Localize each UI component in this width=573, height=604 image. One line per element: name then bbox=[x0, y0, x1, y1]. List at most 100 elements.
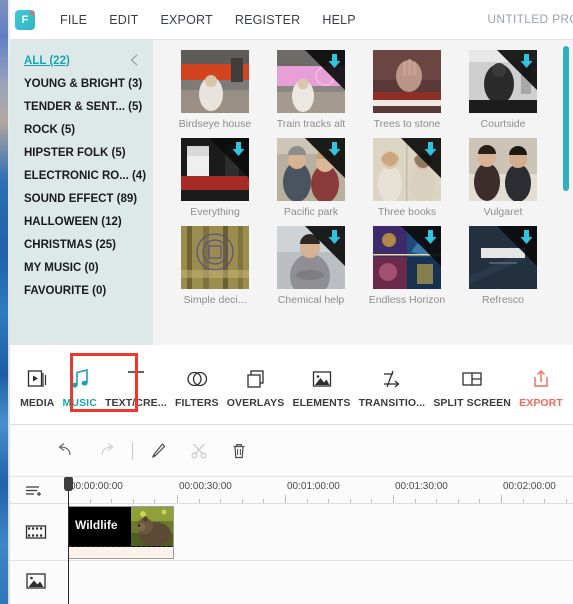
toolbar-tool-media[interactable]: MEDIA bbox=[20, 361, 54, 409]
ruler-tick-label: 00:01:00:00 bbox=[287, 481, 340, 492]
menu-item-export[interactable]: EXPORT bbox=[149, 13, 223, 27]
timeline-clip[interactable]: Wildlife bbox=[68, 506, 174, 559]
toolbar-tool-elements[interactable]: ELEMENTS bbox=[293, 361, 351, 409]
track-label: Trees to stone bbox=[373, 118, 441, 130]
track-label: Refresco bbox=[481, 294, 524, 306]
toolbar-tool-label: SPLIT SCREEN bbox=[433, 396, 511, 409]
toolbar-tool-music[interactable]: MUSIC bbox=[63, 361, 97, 409]
toolbar-tool-transitio[interactable]: TRANSITIO... bbox=[359, 361, 426, 409]
download-icon[interactable] bbox=[424, 142, 437, 157]
category-item[interactable]: SOUND EFFECT (89) bbox=[10, 188, 153, 211]
timeline-edit-toolbar bbox=[10, 425, 573, 477]
library-scrollbar[interactable] bbox=[563, 46, 569, 191]
library-category-sidebar: ALL (22) YOUNG & BRIGHT (3) TENDER & SENT.… bbox=[10, 40, 153, 345]
library-track-grid[interactable]: Birdseye house Train tracks alt Trees to… bbox=[153, 40, 573, 345]
category-item[interactable]: FAVOURITE (0) bbox=[10, 280, 153, 303]
toolbar-tool-label: MEDIA bbox=[20, 396, 55, 409]
trash-icon[interactable] bbox=[219, 434, 259, 468]
download-icon[interactable] bbox=[424, 230, 437, 245]
ruler-tick-minor bbox=[220, 499, 222, 503]
toolbar-tool-label: FILTERS bbox=[174, 396, 219, 409]
video-track[interactable]: Wildlife bbox=[10, 504, 573, 561]
album-art bbox=[181, 226, 249, 289]
toolbar-tool-overlays[interactable]: OVERLAYS bbox=[227, 361, 285, 409]
download-icon[interactable] bbox=[520, 230, 533, 245]
music-track-tile[interactable]: Courtside bbox=[455, 50, 551, 130]
arrow-left-icon[interactable] bbox=[127, 52, 143, 68]
music-track-tile[interactable]: Refresco bbox=[455, 226, 551, 306]
category-item[interactable]: MY MUSIC (0) bbox=[10, 257, 153, 280]
menu-item-file[interactable]: FILE bbox=[49, 13, 98, 27]
category-item[interactable]: TENDER & SENT... (5) bbox=[10, 96, 153, 119]
image-track-icon bbox=[24, 571, 48, 591]
download-icon[interactable] bbox=[328, 230, 341, 245]
ruler-tick-minor bbox=[522, 499, 524, 503]
track-label: Birdseye house bbox=[178, 118, 252, 130]
toolbar-tool-split-screen[interactable]: SPLIT SCREEN bbox=[433, 361, 511, 409]
track-thumbnail bbox=[277, 138, 345, 201]
download-icon[interactable] bbox=[232, 142, 245, 157]
filters-icon bbox=[185, 361, 209, 391]
toolbar-tool-export[interactable]: EXPORT bbox=[519, 361, 563, 409]
download-icon[interactable] bbox=[328, 142, 341, 157]
main-toolbar: MEDIA MUSIC TEXT/CRE... FILTERS OVERLAYS ELEM… bbox=[10, 345, 573, 425]
ruler-tick-label: 00:01:30:00 bbox=[395, 481, 448, 492]
timeline-panel: 00:00:00:00 00:00:30:00 00:01:00:00 00:01:3… bbox=[10, 477, 573, 604]
music-track-tile[interactable]: Pacific park bbox=[263, 138, 359, 218]
ruler-tick-minor bbox=[89, 499, 91, 503]
ruler-tick-major bbox=[393, 495, 394, 503]
toolbar-tool-filters[interactable]: FILTERS bbox=[175, 361, 219, 409]
playhead-handle[interactable] bbox=[64, 477, 73, 491]
toolbar-tool-label: EXPORT bbox=[519, 396, 563, 409]
undo-icon[interactable] bbox=[46, 434, 86, 468]
toolbar-tool-label: ELEMENTS bbox=[292, 396, 351, 409]
music-track-tile[interactable]: Three books bbox=[359, 138, 455, 218]
edit-pencil-icon[interactable] bbox=[139, 434, 179, 468]
menu-item-edit[interactable]: EDIT bbox=[98, 13, 149, 27]
music-track-tile[interactable]: Chemical help bbox=[263, 226, 359, 306]
category-item[interactable]: CHRISTMAS (25) bbox=[10, 234, 153, 257]
timeline-ruler[interactable]: 00:00:00:00 00:00:30:00 00:01:00:00 00:01:3… bbox=[10, 477, 573, 504]
music-track-tile[interactable]: Everything bbox=[167, 138, 263, 218]
menu-item-help[interactable]: HELP bbox=[311, 13, 366, 27]
image-track[interactable] bbox=[10, 561, 573, 604]
music-track-tile[interactable]: Endless Horizon bbox=[359, 226, 455, 306]
scissors-icon[interactable] bbox=[179, 434, 219, 468]
category-item[interactable]: YOUNG & BRIGHT (3) bbox=[10, 73, 153, 96]
ruler-tick-minor bbox=[306, 499, 308, 503]
split-screen-icon bbox=[460, 361, 484, 391]
track-label: Endless Horizon bbox=[368, 294, 446, 306]
music-track-tile[interactable]: Train tracks alt bbox=[263, 50, 359, 130]
track-thumbnail bbox=[277, 50, 345, 113]
download-icon[interactable] bbox=[328, 54, 341, 69]
ruler-tick-minor bbox=[349, 499, 351, 503]
music-track-tile[interactable]: Birdseye house bbox=[167, 50, 263, 130]
ruler-tick-minor bbox=[436, 499, 438, 503]
category-item[interactable]: ROCK (5) bbox=[10, 119, 153, 142]
music-track-tile[interactable]: Trees to stone bbox=[359, 50, 455, 130]
media-icon bbox=[25, 361, 49, 391]
redo-icon[interactable] bbox=[86, 434, 126, 468]
album-art bbox=[373, 50, 441, 113]
toolbar-tool-text-cre[interactable]: TEXT/CRE... bbox=[105, 361, 167, 409]
ruler-tick-minor bbox=[457, 499, 459, 503]
ruler-tick-minor bbox=[544, 499, 546, 503]
track-thumbnail bbox=[373, 226, 441, 289]
track-thumbnail bbox=[469, 138, 537, 201]
add-track-icon[interactable] bbox=[24, 483, 44, 499]
timeline-playhead[interactable] bbox=[64, 477, 73, 604]
category-item[interactable]: HALLOWEEN (12) bbox=[10, 211, 153, 234]
track-thumbnail bbox=[277, 226, 345, 289]
track-thumbnail bbox=[181, 50, 249, 113]
track-label: Everything bbox=[190, 206, 240, 218]
toolbar-divider bbox=[132, 441, 133, 460]
music-track-tile[interactable]: Vulgaret bbox=[455, 138, 551, 218]
category-item[interactable]: HIPSTER FOLK (5) bbox=[10, 142, 153, 165]
download-icon[interactable] bbox=[520, 54, 533, 69]
music-track-tile[interactable]: Simple deci... bbox=[167, 226, 263, 306]
ruler-tick-major bbox=[285, 495, 286, 503]
ruler-tick-major bbox=[177, 495, 178, 503]
app-logo: F bbox=[15, 9, 35, 30]
category-item[interactable]: ELECTRONIC RO... (4) bbox=[10, 165, 153, 188]
menu-item-register[interactable]: REGISTER bbox=[224, 13, 312, 27]
